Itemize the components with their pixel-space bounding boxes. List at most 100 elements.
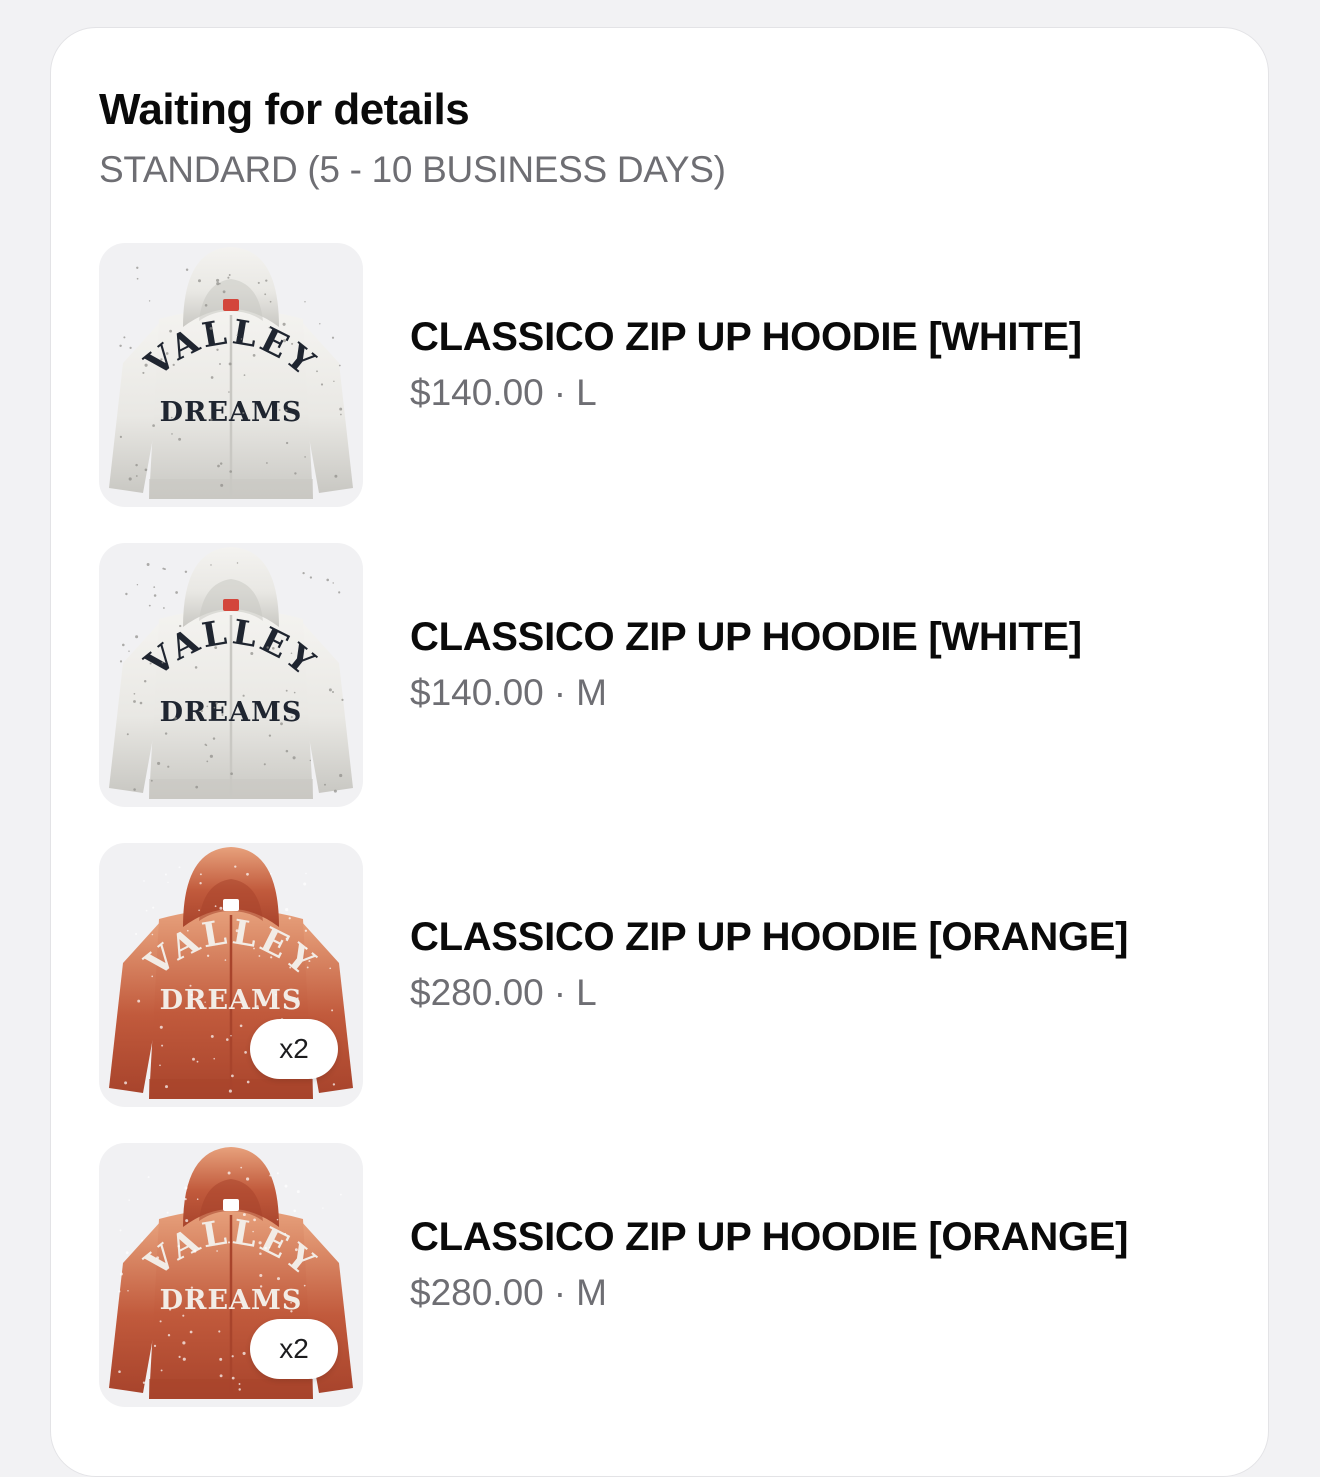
hoodie-speckle <box>198 1247 200 1249</box>
order-item[interactable]: VALLEY DREAMS CLASSICO ZIP UP HOODIE [WHI… <box>99 543 1219 807</box>
hoodie-speckle <box>219 1374 223 1378</box>
hoodie-speckle <box>289 966 292 969</box>
hoodie-speckle <box>244 1051 247 1054</box>
hoodie-speckle <box>228 1089 232 1093</box>
hoodie-speckle <box>119 435 123 439</box>
hoodie-speckle <box>218 1330 221 1333</box>
hoodie-speckle <box>205 744 208 747</box>
hoodie-speckle <box>128 477 132 481</box>
hoodie-speckle <box>189 1330 193 1334</box>
product-meta: $140.00 · L <box>410 371 1082 415</box>
hoodie-speckle <box>219 363 221 365</box>
product-meta: $280.00 · M <box>410 1271 1128 1315</box>
product-info: CLASSICO ZIP UP HOODIE [ORANGE] $280.00 ·… <box>410 1213 1128 1315</box>
hoodie-speckle <box>192 1057 195 1061</box>
hoodie-speckle <box>199 873 202 876</box>
hoodie-speckle <box>151 975 154 978</box>
product-price: $140.00 <box>410 672 544 713</box>
hoodie-speckle <box>253 1218 256 1222</box>
hoodie-speckle <box>227 1241 231 1244</box>
hoodie-speckle <box>219 462 223 465</box>
quantity-badge: x2 <box>250 1019 338 1079</box>
hoodie-speckle <box>182 1314 185 1317</box>
hoodie-speckle <box>204 1001 206 1003</box>
hoodie-speckle <box>178 866 181 869</box>
hoodie-speckle <box>162 567 165 570</box>
hoodie-speckle <box>338 364 341 367</box>
hoodie-speckle <box>196 1198 199 1200</box>
hoodie-speckle <box>316 370 318 373</box>
product-name[interactable]: CLASSICO ZIP UP HOODIE [ORANGE] <box>410 1213 1128 1261</box>
hoodie-patch <box>223 1199 239 1211</box>
hoodie-speckle <box>290 715 293 719</box>
hoodie-speckle <box>303 1284 306 1287</box>
hoodie-speckle <box>242 411 245 415</box>
hoodie-speckle <box>269 300 272 303</box>
hoodie-speckle <box>153 586 156 588</box>
hoodie-speckle <box>182 1357 186 1361</box>
hoodie-speckle <box>293 691 296 694</box>
hoodie-speckle <box>136 584 139 586</box>
hoodie-speckle <box>329 967 332 970</box>
hoodie-speckle <box>160 1369 163 1372</box>
hoodie-speckle <box>164 732 168 735</box>
hoodie-speckle <box>269 1174 272 1177</box>
hoodie-speckle <box>340 1193 342 1196</box>
hoodie-speckle <box>242 1351 246 1355</box>
hoodie-speckle <box>230 772 233 776</box>
product-size: M <box>576 1272 607 1313</box>
order-item[interactable]: VALLEY DREAMS x2 CLASSICO ZIP UP HOODIE [… <box>99 1143 1219 1407</box>
hoodie-speckle <box>302 571 305 575</box>
hoodie-speckle <box>135 463 138 467</box>
hoodie-speckle <box>184 1197 187 1201</box>
hoodie-speckle <box>305 872 307 875</box>
product-name[interactable]: CLASSICO ZIP UP HOODIE [WHITE] <box>410 313 1082 361</box>
hoodie-speckle <box>276 1277 281 1281</box>
hoodie-speckle <box>172 363 175 367</box>
hoodie-speckle <box>167 881 169 884</box>
hoodie-speckle <box>125 592 128 596</box>
hoodie-speckle <box>168 1308 172 1311</box>
hoodie-speckle <box>275 994 277 996</box>
hoodie-speckle <box>230 1035 232 1037</box>
hoodie-speckle <box>338 591 341 594</box>
order-item[interactable]: VALLEY DREAMS x2 CLASSICO ZIP UP HOODIE [… <box>99 843 1219 1107</box>
hoodie-speckle <box>196 1060 199 1063</box>
hoodie-speckle <box>341 698 344 701</box>
hoodie-speckle <box>166 1211 169 1214</box>
order-card: Waiting for details STANDARD (5 - 10 BUS… <box>50 27 1269 1477</box>
hoodie-speckle <box>224 959 227 961</box>
hoodie-speckle <box>178 437 182 441</box>
hoodie-speckle <box>135 635 139 639</box>
hoodie-patch <box>223 599 239 611</box>
hoodie-speckle <box>229 470 233 473</box>
hoodie-speckle <box>272 647 275 650</box>
product-size: L <box>576 372 597 413</box>
order-item[interactable]: VALLEY DREAMS CLASSICO ZIP UP HOODIE [WHI… <box>99 243 1219 507</box>
meta-separator: · <box>553 672 567 713</box>
product-name[interactable]: CLASSICO ZIP UP HOODIE [WHITE] <box>410 613 1082 661</box>
hoodie-speckle <box>185 268 189 272</box>
hoodie-speckle <box>179 624 182 628</box>
hoodie-speckle <box>186 929 189 932</box>
hoodie-speckle <box>252 354 256 357</box>
hoodie-speckle <box>242 694 245 697</box>
hoodie-speckle <box>164 873 167 876</box>
hoodie-speckle <box>270 872 272 875</box>
hoodie-speckle <box>167 765 170 768</box>
product-price: $140.00 <box>410 372 544 413</box>
hoodie-speckle <box>253 947 255 950</box>
hoodie-speckle <box>137 999 141 1003</box>
hoodie-speckle <box>285 908 289 912</box>
hoodie-speckle <box>282 339 287 343</box>
hoodie-speckle <box>285 441 289 445</box>
hoodie-speckle <box>292 756 296 760</box>
hoodie-speckle <box>156 1256 160 1260</box>
hoodie-speckle <box>193 1249 197 1253</box>
hoodie-speckle <box>174 717 177 720</box>
hoodie-speckle <box>236 334 238 337</box>
product-name[interactable]: CLASSICO ZIP UP HOODIE [ORANGE] <box>410 913 1128 961</box>
hoodie-speckle <box>227 1171 231 1175</box>
hoodie-speckle <box>135 475 138 477</box>
hoodie-speckle <box>216 348 219 351</box>
